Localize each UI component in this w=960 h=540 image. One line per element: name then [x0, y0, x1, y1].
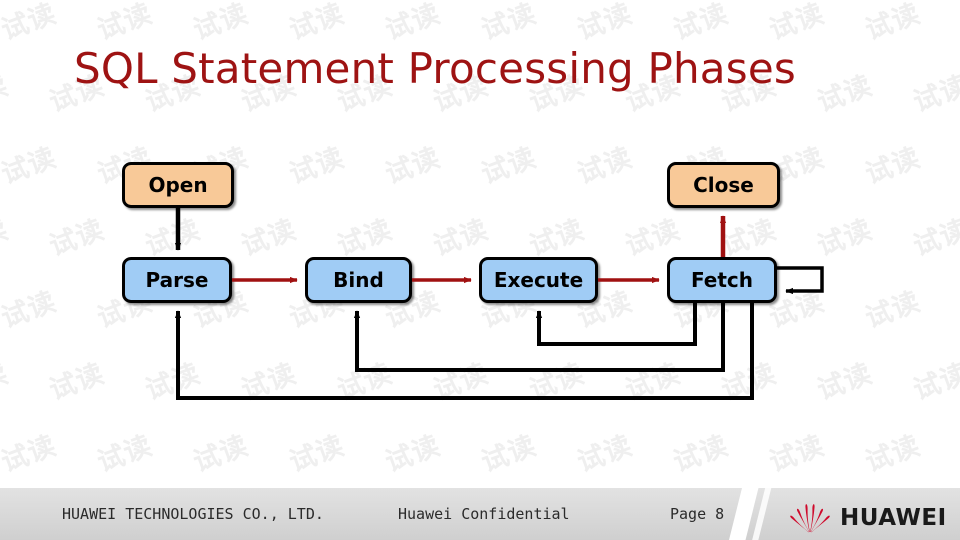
footer-company: HUAWEI TECHNOLOGIES CO., LTD.	[62, 505, 324, 523]
slide: 试读 试读 试读 试读 试读 试读 试读 试读 试读 试读 试读 试读 试读 试读 试读 试读 试读 试读 试读 试读…	[0, 0, 960, 540]
huawei-flower-icon	[790, 504, 830, 533]
edge-fetch-to-parse-feedback	[174, 303, 754, 400]
footer-confidentiality: Huawei Confidential	[398, 505, 570, 523]
page-title: SQL Statement Processing Phases	[74, 44, 796, 93]
footer-page-number: Page 8	[670, 505, 725, 523]
huawei-logo: HUAWEI	[788, 503, 947, 533]
edge-fetch-self-loop	[777, 266, 824, 295]
huawei-logo-wordmark: HUAWEI	[840, 505, 947, 531]
edge-fetch-to-execute-feedback	[535, 303, 697, 346]
